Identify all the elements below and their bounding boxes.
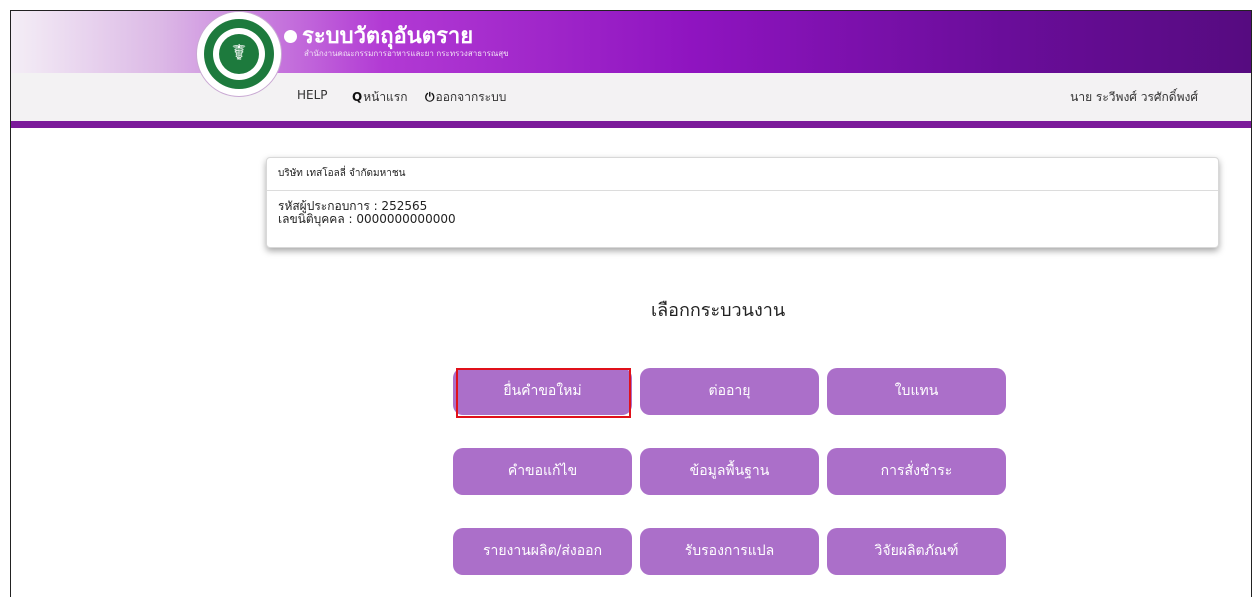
basic-info-button[interactable]: ข้อมูลพื้นฐาน bbox=[640, 448, 819, 495]
juristic-id: เลขนิติบุคคล : 0000000000000 bbox=[278, 212, 456, 226]
nav-logout-link[interactable]: ⏻ออกจากระบบ bbox=[425, 88, 506, 107]
production-report-button[interactable]: รายงานผลิต/ส่งออก bbox=[453, 528, 632, 575]
company-name: บริษัท เทสโอลลี่ จำกัดมหาชน bbox=[267, 158, 1218, 191]
ministry-logo: ☤ bbox=[197, 12, 281, 96]
nav-logout-label: ออกจากระบบ bbox=[435, 90, 507, 104]
power-icon: ⏻ bbox=[425, 90, 435, 104]
replacement-button[interactable]: ใบแทน bbox=[827, 368, 1006, 415]
translation-cert-button[interactable]: รับรองการแปล bbox=[640, 528, 819, 575]
company-details: รหัสผู้ประกอบการ : 252565 เลขนิติบุคคล :… bbox=[267, 191, 1218, 235]
search-icon: Q bbox=[352, 90, 363, 104]
nav-home-link[interactable]: Qหน้าแรก bbox=[352, 88, 408, 107]
app-subtitle: สำนักงานคณะกรรมการอาหารและยา กระทรวงสาธา… bbox=[304, 49, 509, 58]
user-name: นาย ระวีพงศ์ วรศักดิ์พงศ์ bbox=[1070, 90, 1198, 104]
section-title: เลือกกระบวนงาน bbox=[651, 300, 786, 321]
caduceus-icon: ☤ bbox=[219, 34, 259, 74]
app-frame: ระบบวัตถุอันตราย สำนักงานคณะกรรมการอาหาร… bbox=[10, 10, 1252, 597]
company-card: บริษัท เทสโอลลี่ จำกัดมหาชน รหัสผู้ประกอ… bbox=[266, 157, 1219, 248]
nav-home-label: หน้าแรก bbox=[363, 90, 408, 104]
top-navbar: HELP Qหน้าแรก ⏻ออกจากระบบ นาย ระวีพงศ์ ว… bbox=[11, 73, 1251, 128]
bullet-icon bbox=[284, 30, 297, 43]
new-request-button[interactable]: ยื่นคำขอใหม่ bbox=[453, 368, 632, 415]
renew-button[interactable]: ต่ออายุ bbox=[640, 368, 819, 415]
product-research-button[interactable]: วิจัยผลิตภัณฑ์ bbox=[827, 528, 1006, 575]
nav-help-link[interactable]: HELP bbox=[297, 88, 328, 102]
header-banner: ระบบวัตถุอันตราย สำนักงานคณะกรรมการอาหาร… bbox=[11, 11, 1251, 73]
payment-order-button[interactable]: การสั่งชำระ bbox=[827, 448, 1006, 495]
amend-request-button[interactable]: คำขอแก้ไข bbox=[453, 448, 632, 495]
